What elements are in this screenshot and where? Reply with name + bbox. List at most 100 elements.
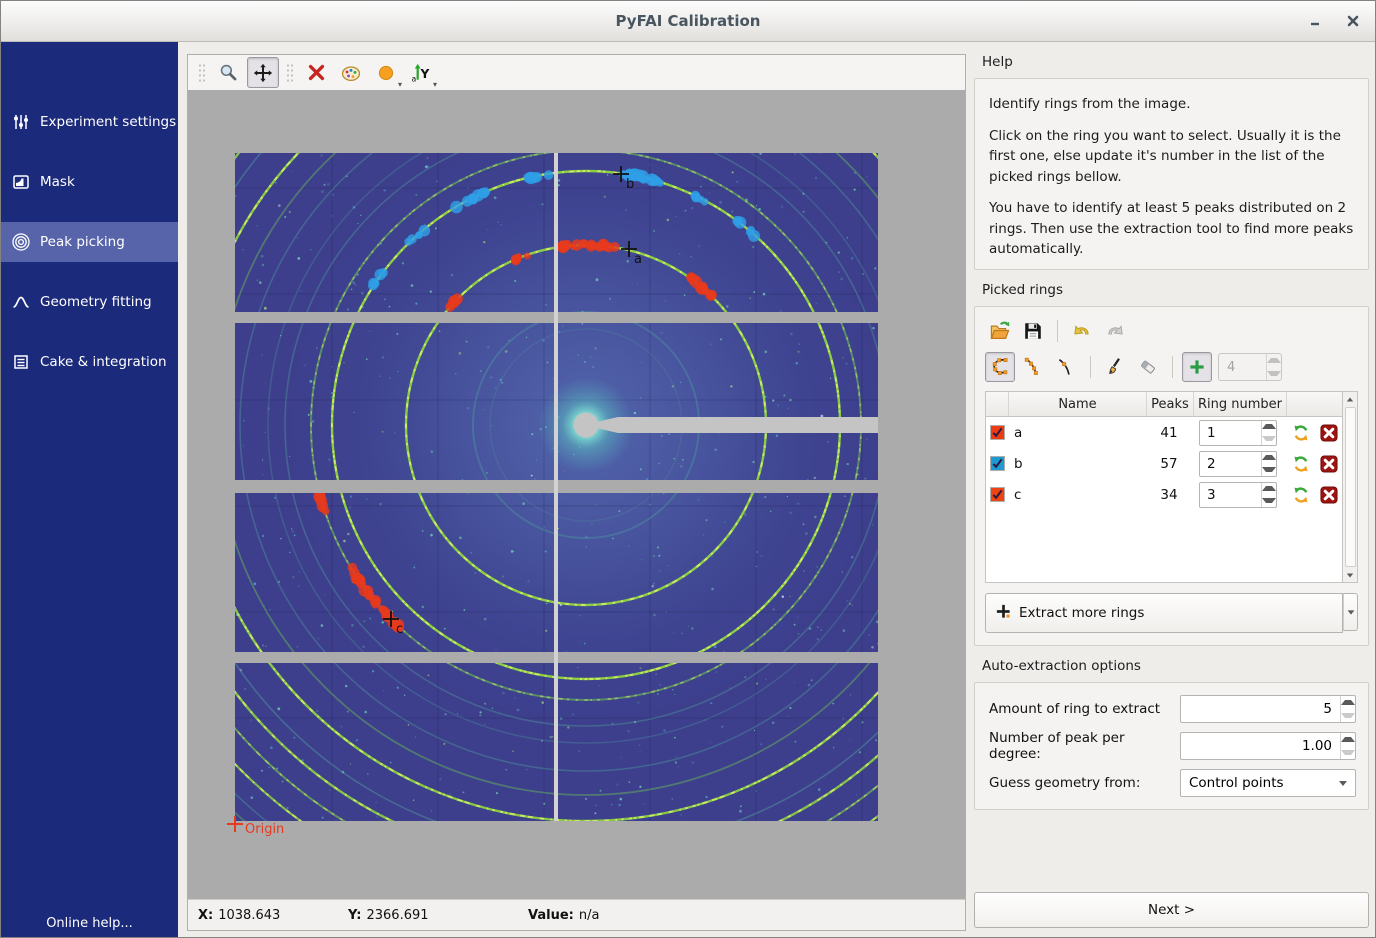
spin-up-icon[interactable] [1341,733,1355,746]
brush-tool-button[interactable] [1100,352,1130,382]
ring-amount-spinbox[interactable]: 5 [1180,695,1356,723]
extract-split-button: Extract more rings [985,593,1358,633]
ring-peak-count: 41 [1146,425,1192,441]
ring-number-spinbox[interactable]: 1 [1199,420,1277,446]
ring-visible-checkbox[interactable] [990,425,1005,440]
marker-color-button[interactable]: ▾ [370,57,402,88]
colormap-button[interactable] [335,57,367,88]
sidebar-item-peak-picking[interactable]: Peak picking [1,222,178,262]
minimize-button[interactable] [1301,7,1329,35]
sidebar: Experiment settings Mask Peak picking Geome… [1,42,178,938]
ring-visible-checkbox[interactable] [990,487,1005,502]
new-ring-number-spinbox[interactable]: 4 [1218,353,1282,381]
extract-dropdown-button[interactable] [1343,593,1358,631]
scroll-up-icon[interactable] [1343,392,1357,406]
add-ring-toggle-button[interactable] [1182,352,1212,382]
picked-rings-table: NamePeaksRing numbera411b572c343 [985,391,1358,583]
extract-plus-icon [995,603,1012,624]
field-value: 1.00 [1181,733,1340,759]
ring-row-c: c343 [986,479,1342,510]
peaks-per-degree-spinbox[interactable]: 1.00 [1180,732,1356,760]
save-rings-button[interactable] [1018,316,1048,346]
picked-rings-box: 4 NamePeaksRing numbera411b572c343 Ext [974,306,1369,646]
sidebar-item-geometry-fitting[interactable]: Geometry fitting [1,282,178,322]
scroll-down-icon[interactable] [1343,568,1357,582]
ring-delete-button[interactable] [1320,424,1338,442]
scroll-thumb[interactable] [1345,407,1356,567]
spin-up-icon[interactable] [1267,354,1281,367]
help-paragraph: Identify rings from the image. [989,94,1354,115]
header-name: Name [1009,392,1147,416]
sidebar-item-cake-integration[interactable]: Cake & integration [1,342,178,382]
next-button[interactable]: Next > [974,892,1369,928]
ring-delete-button[interactable] [1320,486,1338,504]
zoom-mode-button[interactable] [212,57,244,88]
right-panel: Help Identify rings from the image. Clic… [974,54,1369,938]
svg-text:a: a [412,74,417,83]
table-scrollbar[interactable] [1343,391,1358,583]
undo-icon [1071,320,1093,342]
spin-up-icon[interactable] [1262,421,1276,433]
close-button[interactable] [1339,7,1367,35]
minimize-icon [1308,14,1322,28]
pan-arrows-icon [253,63,273,83]
ring-number-spinbox[interactable]: 2 [1199,451,1277,477]
extract-more-rings-button[interactable]: Extract more rings [985,593,1343,633]
spin-down-icon[interactable] [1262,433,1276,445]
spin-up-icon[interactable] [1262,452,1276,464]
sidebar-item-label: Cake & integration [40,354,167,370]
save-icon [1023,321,1043,341]
header-ring-number: Ring number [1194,392,1287,416]
arc-tool-icon [1022,356,1044,378]
sidebar-item-label: Geometry fitting [40,294,152,310]
pan-mode-button[interactable] [247,57,279,88]
svg-text:a: a [634,252,642,267]
pick-arc-tool-button[interactable] [1018,352,1048,382]
spin-up-icon[interactable] [1262,483,1276,495]
pick-ring-tool-button[interactable] [985,352,1015,382]
sliders-icon [11,113,31,131]
redo-button[interactable] [1100,316,1130,346]
ring-delete-button[interactable] [1320,455,1338,473]
help-section-label: Help [974,54,1369,78]
y-axis-orientation-button[interactable]: Ya▾ [405,57,437,88]
pick-point-tool-button[interactable] [1051,352,1081,382]
online-help-link[interactable]: Online help... [1,916,178,931]
picked-rings-edit-toolbar: 4 [985,351,1358,383]
picked-rings-section-label: Picked rings [974,282,1369,306]
field-guess-geometry: Guess geometry from:Control points [987,769,1356,797]
guess-geometry-combobox[interactable]: Control points [1180,769,1356,797]
help-paragraph: Click on the ring you want to select. Us… [989,126,1354,188]
orange-dot-icon [377,64,395,82]
remove-crosshair-button[interactable] [300,57,332,88]
cake-icon [11,353,31,371]
eraser-tool-button[interactable] [1133,352,1163,382]
svg-text:c: c [396,622,403,637]
plot-section: ▾Ya▾ abcOrigin X:1038.643 Y:2366.691 Val… [187,54,966,938]
spin-down-icon[interactable] [1262,464,1276,476]
ring-number-spinbox[interactable]: 3 [1199,482,1277,508]
ring-visible-checkbox[interactable] [990,456,1005,471]
ring-refresh-button[interactable] [1292,455,1310,473]
window-controls [1301,1,1367,41]
undo-button[interactable] [1067,316,1097,346]
ring-refresh-button[interactable] [1292,424,1310,442]
spin-up-icon[interactable] [1341,696,1355,709]
sidebar-item-experiment-settings[interactable]: Experiment settings [1,102,178,142]
spin-down-icon[interactable] [1341,709,1355,722]
concentric-rings-icon [11,233,31,251]
ring-row-b: b572 [986,448,1342,479]
diffraction-image[interactable]: abcOrigin [188,90,965,899]
ring-refresh-button[interactable] [1292,486,1310,504]
spin-down-icon[interactable] [1341,746,1355,759]
field-ring-amount: Amount of ring to extract5 [987,695,1356,723]
toolbar-grip [198,63,205,83]
spin-down-icon[interactable] [1267,367,1281,380]
open-rings-button[interactable] [985,316,1015,346]
palette-icon [341,63,361,83]
plot-statusbar: X:1038.643 Y:2366.691 Value:n/a [188,899,965,930]
help-paragraph: You have to identify at least 5 peaks di… [989,198,1354,260]
spin-down-icon[interactable] [1262,495,1276,507]
sidebar-item-label: Mask [40,174,75,190]
sidebar-item-mask[interactable]: Mask [1,162,178,202]
